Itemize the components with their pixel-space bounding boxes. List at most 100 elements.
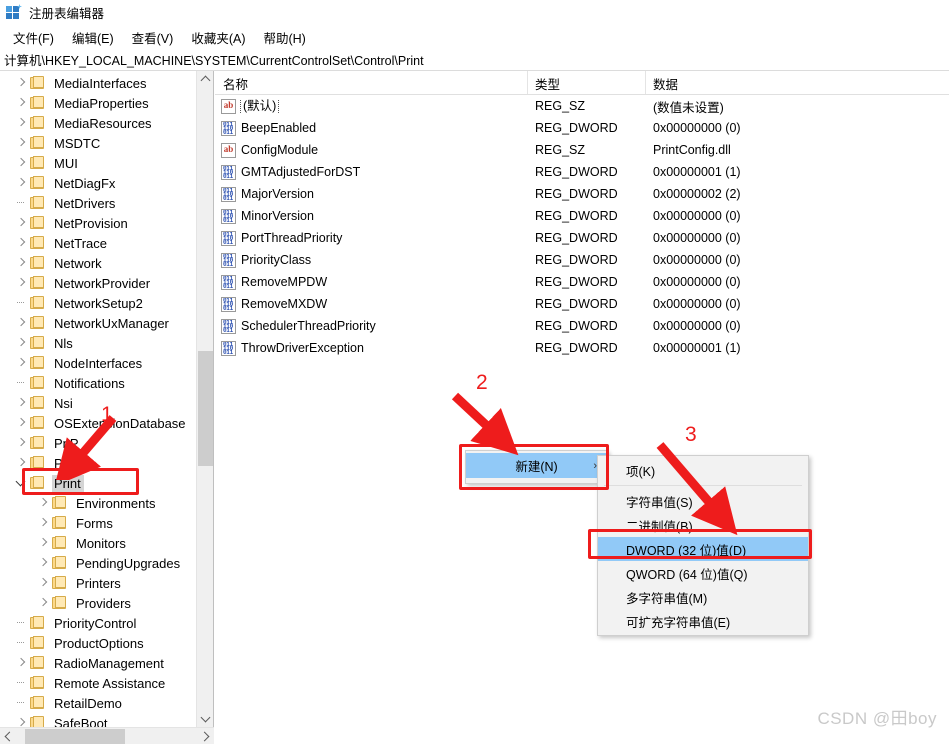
tree-item-productoptions[interactable]: ProductOptions [0, 633, 196, 653]
chevron-right-icon[interactable] [14, 313, 30, 333]
column-header-data[interactable]: 数据 [645, 71, 945, 94]
tree-item-power[interactable]: Power [0, 453, 196, 473]
chevron-right-icon[interactable] [36, 553, 52, 573]
chevron-right-icon[interactable] [14, 273, 30, 293]
tree-item-notifications[interactable]: Notifications [0, 373, 196, 393]
chevron-right-icon[interactable] [14, 213, 30, 233]
tree-item-networkuxmanager[interactable]: NetworkUxManager [0, 313, 196, 333]
chevron-right-icon[interactable] [14, 233, 30, 253]
context-menu-item-2[interactable]: 二进制值(B) [598, 513, 808, 537]
menu-file[interactable]: 文件(F) [4, 26, 63, 49]
registry-values-pane[interactable]: 名称 类型 数据 ab (默认) REG_SZ (数值未设置) 011 110 011 Bee… [215, 71, 949, 744]
chevron-right-icon[interactable] [14, 353, 30, 373]
chevron-right-icon[interactable] [14, 93, 30, 113]
table-row[interactable]: 011 110 011 ThrowDriverException REG_DWORD 0x… [215, 337, 949, 359]
table-row[interactable]: 011 110 011 PriorityClass REG_DWORD 0x0000000… [215, 249, 949, 271]
tree-item-mediainterfaces[interactable]: MediaInterfaces [0, 73, 196, 93]
tree-vertical-scrollbar[interactable] [196, 71, 213, 727]
table-row[interactable]: 011 110 011 RemoveMXDW REG_DWORD 0x00000000 (… [215, 293, 949, 315]
tree-item-osextensiondatabase[interactable]: OSExtensionDatabase [0, 413, 196, 433]
chevron-right-icon[interactable] [14, 133, 30, 153]
table-row[interactable]: 011 110 011 MinorVersion REG_DWORD 0x00000000… [215, 205, 949, 227]
chevron-right-icon[interactable] [36, 513, 52, 533]
tree-item-netdiagfx[interactable]: NetDiagFx [0, 173, 196, 193]
menu-edit[interactable]: 编辑(E) [63, 26, 123, 49]
table-row[interactable]: ab (默认) REG_SZ (数值未设置) [215, 95, 949, 117]
context-menu-item-0[interactable]: 项(K) [598, 458, 808, 482]
tree-item-netprovision[interactable]: NetProvision [0, 213, 196, 233]
tree-item-nodeinterfaces[interactable]: NodeInterfaces [0, 353, 196, 373]
scroll-left-arrow-icon[interactable] [0, 728, 17, 745]
table-row[interactable]: 011 110 011 PortThreadPriority REG_DWORD 0x00… [215, 227, 949, 249]
table-row[interactable]: 011 110 011 SchedulerThreadPriority REG_DWOR… [215, 315, 949, 337]
tree-item-environments[interactable]: Environments [0, 493, 196, 513]
context-menu-new-submenu[interactable]: 项(K) 字符串值(S) 二进制值(B) DWORD (32 位)值(D) QWORD … [597, 455, 809, 636]
chevron-right-icon[interactable] [36, 573, 52, 593]
chevron-right-icon[interactable] [14, 393, 30, 413]
column-header-name[interactable]: 名称 [215, 71, 527, 94]
chevron-down-icon[interactable] [14, 473, 30, 493]
chevron-right-icon[interactable] [14, 253, 30, 273]
chevron-right-icon[interactable] [36, 593, 52, 613]
context-menu-item-3[interactable]: DWORD (32 位)值(D) [598, 537, 808, 561]
table-row[interactable]: ab ConfigModule REG_SZ PrintConfig.dll [215, 139, 949, 161]
tree-item-pnp[interactable]: PnP [0, 433, 196, 453]
chevron-right-icon[interactable] [14, 433, 30, 453]
table-row[interactable]: 011 110 011 BeepEnabled REG_DWORD 0x00000000 … [215, 117, 949, 139]
chevron-right-icon[interactable] [14, 453, 30, 473]
tree-item-netdrivers[interactable]: NetDrivers [0, 193, 196, 213]
tree-item-radiomanagement[interactable]: RadioManagement [0, 653, 196, 673]
chevron-right-icon[interactable] [36, 533, 52, 553]
tree-horizontal-scrollbar[interactable] [0, 727, 214, 744]
tree-item-remote-assistance[interactable]: Remote Assistance [0, 673, 196, 693]
tree-item-forms[interactable]: Forms [0, 513, 196, 533]
context-menu-item-1[interactable]: 字符串值(S) [598, 489, 808, 513]
tree-item-monitors[interactable]: Monitors [0, 533, 196, 553]
table-row[interactable]: 011 110 011 MajorVersion REG_DWORD 0x00000002… [215, 183, 949, 205]
tree-item-print[interactable]: Print [0, 473, 196, 493]
tree-item-mui[interactable]: MUI [0, 153, 196, 173]
tree-item-nls[interactable]: Nls [0, 333, 196, 353]
chevron-right-icon[interactable] [14, 653, 30, 673]
tree-item-printers[interactable]: Printers [0, 573, 196, 593]
tree-item-nsi[interactable]: Nsi [0, 393, 196, 413]
tree-item-networkprovider[interactable]: NetworkProvider [0, 273, 196, 293]
context-menu-item-6[interactable]: 可扩充字符串值(E) [598, 609, 808, 633]
table-row[interactable]: 011 110 011 RemoveMPDW REG_DWORD 0x00000000 (… [215, 271, 949, 293]
context-menu-item-4[interactable]: QWORD (64 位)值(Q) [598, 561, 808, 585]
tree-item-safeboot[interactable]: SafeBoot [0, 713, 196, 727]
chevron-right-icon[interactable] [14, 333, 30, 353]
table-row[interactable]: 011 110 011 GMTAdjustedForDST REG_DWORD 0x000… [215, 161, 949, 183]
scroll-up-arrow-icon[interactable] [197, 71, 214, 88]
column-header-type[interactable]: 类型 [527, 71, 645, 94]
tree-item-mediaproperties[interactable]: MediaProperties [0, 93, 196, 113]
scroll-right-arrow-icon[interactable] [197, 728, 214, 745]
chevron-right-icon[interactable] [14, 73, 30, 93]
tree-item-nettrace[interactable]: NetTrace [0, 233, 196, 253]
menu-help[interactable]: 帮助(H) [254, 26, 314, 49]
context-menu-item-5[interactable]: 多字符串值(M) [598, 585, 808, 609]
tree-item-networksetup2[interactable]: NetworkSetup2 [0, 293, 196, 313]
tree-item-msdtc[interactable]: MSDTC [0, 133, 196, 153]
context-menu-new[interactable]: 新建(N) › [465, 450, 608, 484]
tree-item-prioritycontrol[interactable]: PriorityControl [0, 613, 196, 633]
tree-item-providers[interactable]: Providers [0, 593, 196, 613]
tree-hscrollbar-thumb[interactable] [25, 729, 125, 744]
scroll-down-arrow-icon[interactable] [197, 710, 214, 727]
address-bar[interactable]: 计算机\HKEY_LOCAL_MACHINE\SYSTEM\CurrentCon… [0, 50, 949, 69]
chevron-right-icon[interactable] [36, 493, 52, 513]
tree-item-retaildemo[interactable]: RetailDemo [0, 693, 196, 713]
menu-view[interactable]: 查看(V) [123, 26, 183, 49]
chevron-right-icon[interactable] [14, 153, 30, 173]
chevron-right-icon[interactable] [14, 413, 30, 433]
tree-item-mediaresources[interactable]: MediaResources [0, 113, 196, 133]
chevron-right-icon[interactable] [14, 173, 30, 193]
menu-favorites[interactable]: 收藏夹(A) [182, 26, 254, 49]
chevron-right-icon[interactable] [14, 713, 30, 727]
registry-tree-pane[interactable]: MediaInterfaces MediaProperties MediaResou… [0, 71, 214, 727]
tree-scrollbar-thumb[interactable] [198, 351, 213, 466]
chevron-right-icon[interactable] [14, 113, 30, 133]
tree-item-pendingupgrades[interactable]: PendingUpgrades [0, 553, 196, 573]
context-menu-item-new[interactable]: 新建(N) › [466, 453, 607, 478]
tree-item-network[interactable]: Network [0, 253, 196, 273]
